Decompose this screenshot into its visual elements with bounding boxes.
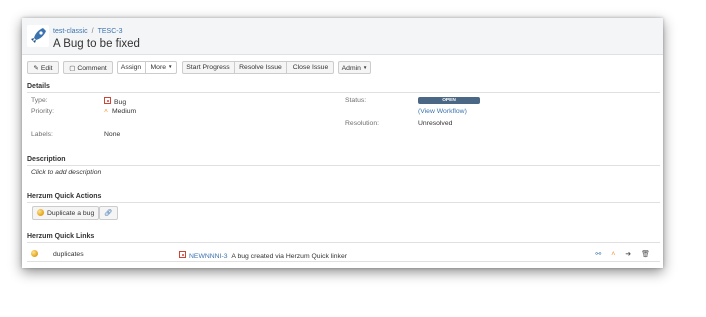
more-label: More [150,64,167,71]
rocket-icon[interactable] [27,25,49,47]
comment-button[interactable]: ▢ Comment [63,61,113,74]
issue-header: test-classic / TESC-3 A Bug to be fixed [22,18,663,55]
details-heading[interactable]: Details [27,83,50,90]
status-badge: OPEN [418,97,480,104]
description-heading[interactable]: Description [27,156,66,163]
unlink-icon[interactable]: ⚯ [595,251,601,258]
link-relation: duplicates [53,251,84,258]
comment-icon: ▢ [69,65,76,72]
admin-button[interactable]: Admin ▼ [338,61,371,74]
linked-issue: NEWNNNI-3 A bug created via Herzum Quick… [179,251,347,260]
labels-value[interactable]: None [104,131,120,138]
resolution-value: Unresolved [418,120,453,127]
issue-view: test-classic / TESC-3 A Bug to be fixed ✎ E… [22,18,663,268]
edit-label: Edit [40,65,53,72]
issue-title[interactable]: A Bug to be fixed [53,38,140,50]
close-issue-label: Close Issue [292,64,329,71]
coin-icon [37,208,44,216]
resolution-label: Resolution: [345,120,380,127]
close-issue-button[interactable]: Close Issue [287,61,334,74]
link-icon: 🔗︎ [104,210,113,217]
breadcrumb-separator: / [91,28,94,35]
linked-issue-key[interactable]: NEWNNNI-3 [189,253,228,260]
status-label: Status: [345,97,367,104]
bug-icon [104,97,111,104]
start-progress-label: Start Progress [186,64,230,71]
labels-label: Labels: [31,131,53,138]
priority-label: Priority: [31,108,55,115]
priority-text: Medium [111,108,137,115]
linked-issue-summary: A bug created via Herzum Quick linker [231,253,348,260]
row-actions: ⚯ ˄ ➜ 🗑︎ [587,250,650,258]
priority-value: ˄ Medium [104,108,136,115]
description-placeholder[interactable]: Click to add description [31,169,101,176]
type-value: Bug [104,97,126,106]
details-divider [27,92,660,93]
quick-links-heading[interactable]: Herzum Quick Links [27,233,94,240]
quick-actions-divider [27,202,660,203]
bug-icon [179,251,186,258]
priority-medium-icon: ˄ [104,108,108,115]
description-divider [27,165,660,166]
admin-label: Admin [341,65,361,72]
start-progress-button[interactable]: Start Progress [182,61,234,74]
assign-button[interactable]: Assign [117,61,145,74]
type-label: Type: [31,97,48,104]
transition-icon[interactable]: ➜ [625,251,631,258]
coin-icon [31,250,38,257]
resolve-issue-label: Resolve Issue [239,64,282,71]
edit-button[interactable]: ✎ Edit [27,61,59,74]
comment-label: Comment [77,65,107,72]
more-button[interactable]: More ▼ [146,61,177,74]
breadcrumb: test-classic / TESC-3 [53,28,122,35]
delete-icon[interactable]: 🗑︎ [641,251,650,258]
link-button[interactable]: 🔗︎ [99,206,118,220]
type-text: Bug [114,99,127,106]
breadcrumb-project[interactable]: test-classic [53,28,88,35]
quick-actions-heading[interactable]: Herzum Quick Actions [27,193,101,200]
chevron-down-icon: ▼ [168,64,173,69]
duplicate-bug-button[interactable]: Duplicate a bug [32,206,99,220]
table-row: duplicates NEWNNNI-3 A bug created via H… [27,247,660,262]
pencil-icon: ✎ [33,65,39,72]
duplicate-bug-label: Duplicate a bug [47,210,95,217]
quick-links-divider [27,242,660,243]
breadcrumb-issue-key[interactable]: TESC-3 [98,28,123,35]
view-workflow-link[interactable]: (View Workflow) [418,108,467,115]
chevron-down-icon: ▼ [362,65,368,70]
priority-icon: ˄ [611,251,616,258]
resolve-issue-button[interactable]: Resolve Issue [235,61,286,74]
assign-label: Assign [120,64,142,71]
